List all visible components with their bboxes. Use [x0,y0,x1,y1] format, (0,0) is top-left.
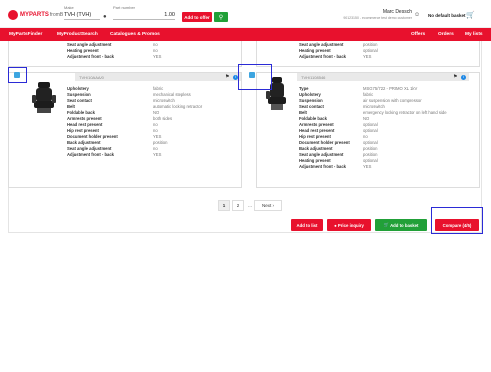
product-code[interactable]: TVH/10AAA/0 [79,75,104,80]
make-field[interactable]: Make TVH (TVH) [64,5,100,20]
main-nav: MyPartsFinder MyProductSearch Catalogues… [0,28,491,41]
page-1-button[interactable]: 1 [218,200,230,211]
compare-checkbox-highlight[interactable] [238,64,272,90]
user-name: Marc Dessch [382,9,412,15]
product-card-header: TVH/10AAA/0 ⚑ i [75,73,241,81]
logo-sub: fromB [49,12,64,18]
product-card[interactable]: TVH/1108546 ⚑ i Type MSG75/722 - PRIMO XL… [256,72,480,188]
make-value[interactable]: TVH (TVH) [64,12,100,20]
seat-image[interactable] [31,81,57,115]
nav-item-orders[interactable]: Orders [438,32,454,37]
add-to-basket-label: Add to basket [390,222,419,228]
product-card-top-left: Seat angle adjustment no Heating present… [8,41,242,67]
money-icon: ● [334,222,337,228]
nav-item-my-lists[interactable]: My lists [465,32,483,37]
price-inquiry-label: Price inquiry [337,222,364,228]
nav-item-offers[interactable]: Offers [411,32,425,37]
pagination-ellipsis: ... [246,200,254,211]
compare-checkbox-highlight[interactable] [8,67,27,83]
logo[interactable]: MYPARTS fromB [8,9,63,21]
next-label: Next [261,203,272,208]
logo-text: MYPARTS [20,12,49,18]
quantity-value[interactable]: 1.00 [164,12,175,18]
add-to-list-button[interactable]: Add to list [291,219,323,231]
compare-checkbox[interactable] [14,72,20,78]
compare-checkbox[interactable] [249,72,255,78]
spec-row: Adjustment front - back YES [299,164,372,169]
cart-icon: 🛒 [383,222,389,227]
add-to-offer-button[interactable]: Add to offer [182,12,212,22]
page-2-button[interactable]: 2 [232,200,244,211]
cart-icon[interactable]: 🛒 [466,11,475,19]
pin-icon[interactable]: ● [103,14,107,20]
spec-row: Adjustment front - back YES [67,54,162,59]
compare-highlight [431,207,483,234]
product-card-top-right: Seat angle adjustment position Heating p… [256,41,480,67]
tag-icon[interactable]: ⚑ [225,74,229,80]
user-subtitle: 90123150 - ecommerce test demo customer [343,16,412,20]
tag-icon[interactable]: ⚑ [453,74,457,80]
spec-row: Adjustment front - back YES [67,152,162,157]
nav-item-catalogues[interactable]: Catalogues & Promos [110,32,160,37]
make-label: Make [64,5,74,10]
nav-item-myproductsearch[interactable]: MyProductSearch [57,32,98,37]
search-icon: ⚲ [218,14,224,21]
price-inquiry-button[interactable]: ● Price inquiry [327,219,371,231]
product-card-header: TVH/1108546 ⚑ i [297,73,469,81]
spec-row: Adjustment front - back YES [299,54,372,59]
logo-badge [8,10,18,20]
search-button[interactable]: ⚲ [214,12,228,22]
basket-selector[interactable]: No default basket [428,13,466,18]
add-to-basket-button[interactable]: 🛒 Add to basket [375,219,427,231]
user-icon[interactable]: ☺ [414,12,420,18]
info-icon[interactable]: i [461,74,466,80]
user-info: Marc Dessch 90123150 - ecommerce test de… [300,9,412,20]
part-number-label: Part number [113,5,136,10]
part-number-field[interactable]: Part number 1.00 [113,5,175,20]
product-code[interactable]: TVH/1108546 [301,75,325,80]
next-page-button[interactable]: Next › [254,200,282,211]
top-bar: MYPARTS fromB Make TVH (TVH) ● Part numb… [0,0,491,28]
part-number-input[interactable]: 1.00 [113,12,175,20]
nav-item-mypartsfinder[interactable]: MyPartsFinder [9,32,42,37]
product-card[interactable]: TVH/10AAA/0 ⚑ i Upholstery fabric Suspens… [8,72,242,188]
